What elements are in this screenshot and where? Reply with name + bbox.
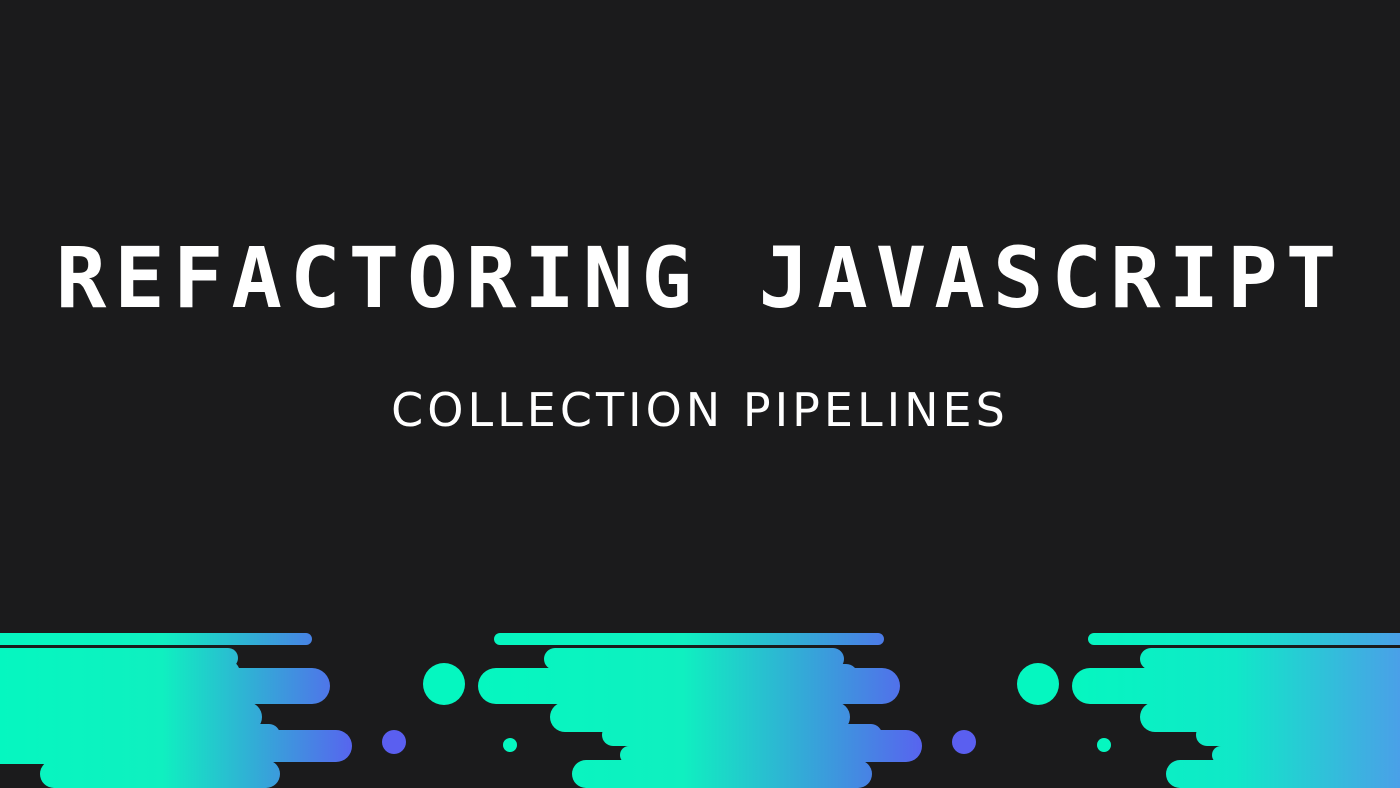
dot-mint-tiny xyxy=(503,738,517,752)
page-title: REFACTORING JAVASCRIPT xyxy=(55,229,1345,327)
dot-violet-small-2 xyxy=(952,730,976,754)
speed-lines-decoration xyxy=(0,633,1400,788)
dot-mint-large xyxy=(423,663,465,705)
speed-lines-group-left xyxy=(0,633,352,788)
page-subtitle: COLLECTION PIPELINES xyxy=(391,383,1009,437)
speed-lines-group-right xyxy=(1072,633,1400,788)
speed-lines-group-center xyxy=(478,633,922,788)
dot-mint-tiny-2 xyxy=(1097,738,1111,752)
dot-mint-large-2 xyxy=(1017,663,1059,705)
dot-violet-small xyxy=(382,730,406,754)
